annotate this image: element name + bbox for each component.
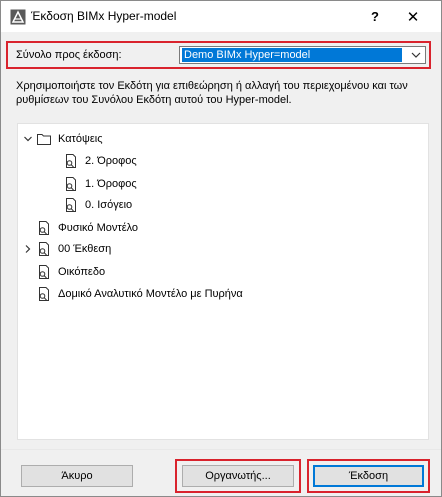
- tree-item-label: Φυσικό Μοντέλο: [58, 222, 139, 234]
- tree-item-label: 0. Ισόγειο: [85, 199, 133, 211]
- divider: [1, 449, 441, 450]
- tree-item[interactable]: 00 Έκθεση: [22, 239, 111, 259]
- folder-icon: [36, 131, 52, 147]
- publish-set-value: Demo BIMx Hyper=model: [182, 48, 402, 62]
- close-button[interactable]: ✕: [395, 1, 431, 32]
- publish-button[interactable]: Έκδοση: [313, 465, 424, 487]
- chevron-right-icon[interactable]: [22, 243, 34, 255]
- view-document-icon: [63, 197, 79, 213]
- publish-set-row: Σύνολο προς έκδοση: Demo BIMx Hyper=mode…: [6, 41, 431, 69]
- view-document-icon: [36, 220, 52, 236]
- view-document-icon: [36, 286, 52, 302]
- view-document-icon: [36, 264, 52, 280]
- tree-item[interactable]: Κατόψεις: [22, 129, 103, 149]
- view-document-icon: [63, 176, 79, 192]
- view-document-icon: [63, 153, 79, 169]
- window-title: Έκδοση BIMx Hyper-model: [31, 9, 177, 23]
- tree-item[interactable]: Οικόπεδο: [22, 262, 105, 282]
- tree-item-label: 00 Έκθεση: [58, 243, 112, 255]
- tree-item[interactable]: 2. Όροφος: [49, 151, 137, 171]
- tree-item[interactable]: Δομικό Αναλυτικό Μοντέλο με Πυρήνα: [22, 284, 243, 304]
- publisher-tree: Κατόψεις 2. Όροφος 1. Όροφος 0. Ισόγειο Φυσι…: [17, 123, 429, 440]
- help-button[interactable]: ?: [357, 1, 393, 32]
- tree-item-label: Δομικό Αναλυτικό Μοντέλο με Πυρήνα: [58, 288, 243, 300]
- publish-dialog: Έκδοση BIMx Hyper-model ? ✕ Σύνολο προς …: [0, 0, 442, 497]
- description-text: Χρησιμοποιήστε τον Εκδότη για επιθεώρηση…: [16, 80, 408, 106]
- tree-item-label: Κατόψεις: [58, 133, 103, 145]
- chevron-down-icon: [409, 48, 423, 62]
- view-document-icon: [36, 241, 52, 257]
- chevron-down-icon[interactable]: [22, 133, 34, 145]
- organizer-button[interactable]: Οργανωτής...: [182, 465, 294, 487]
- archicad-app-icon: [10, 9, 26, 25]
- tree-item[interactable]: 0. Ισόγειο: [49, 195, 132, 215]
- tree-item[interactable]: Φυσικό Μοντέλο: [22, 218, 138, 238]
- cancel-button[interactable]: Άκυρο: [21, 465, 133, 487]
- publish-set-label: Σύνολο προς έκδοση:: [16, 49, 122, 61]
- publish-set-dropdown[interactable]: Demo BIMx Hyper=model: [179, 46, 426, 64]
- tree-item-label: 2. Όροφος: [85, 155, 137, 167]
- title-bar: Έκδοση BIMx Hyper-model ? ✕: [1, 1, 441, 32]
- tree-item-label: 1. Όροφος: [85, 178, 137, 190]
- tree-item-label: Οικόπεδο: [58, 266, 106, 278]
- tree-item[interactable]: 1. Όροφος: [49, 174, 137, 194]
